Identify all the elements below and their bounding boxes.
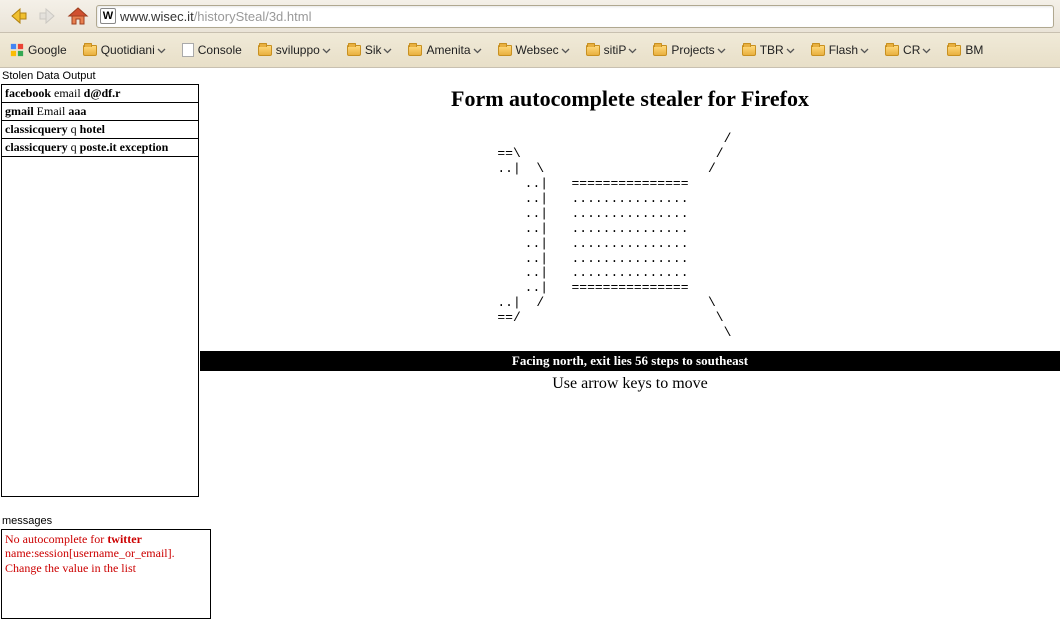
bookmarks-bar: Google Quotidiani Console sviluppo Sik Amenit… — [0, 33, 1060, 68]
chevron-down-icon — [717, 46, 726, 55]
bookmark-sitip[interactable]: sitiP — [580, 40, 644, 60]
bookmark-cr[interactable]: CR — [879, 40, 937, 60]
folder-icon — [83, 45, 97, 56]
bookmark-label: Sik — [365, 43, 382, 57]
bookmark-websec[interactable]: Websec — [492, 40, 576, 60]
folder-icon — [653, 45, 667, 56]
bookmark-label: CR — [903, 43, 920, 57]
messages-heading: messages — [0, 513, 200, 529]
stolen-data-cell: classicquery q hotel — [2, 121, 199, 139]
url-text: www.wisec.it/historySteal/3d.html — [120, 9, 311, 24]
folder-icon — [347, 45, 361, 56]
bookmark-label: BM — [965, 43, 983, 57]
site-favicon: W — [100, 8, 116, 24]
page-content: Stolen Data Output facebook email d@df.r… — [0, 68, 1060, 601]
bookmark-projects[interactable]: Projects — [647, 40, 731, 60]
page-title: Form autocomplete stealer for Firefox — [200, 86, 1060, 112]
stolen-data-heading: Stolen Data Output — [0, 68, 200, 84]
bookmark-google[interactable]: Google — [4, 40, 73, 60]
bookmark-sviluppo[interactable]: sviluppo — [252, 40, 337, 60]
ascii-map: / ==\ / ..| \ / ..| =============== ..| … — [200, 132, 1060, 341]
bookmark-label: TBR — [760, 43, 784, 57]
stolen-data-empty-area — [1, 157, 199, 497]
bookmark-label: Google — [28, 43, 67, 57]
bookmark-label: Console — [198, 43, 242, 57]
bookmark-label: Amenita — [426, 43, 470, 57]
folder-icon — [258, 45, 272, 56]
chevron-down-icon — [561, 46, 570, 55]
folder-icon — [885, 45, 899, 56]
stolen-data-table: facebook email d@df.rgmail Email aaaclas… — [1, 84, 199, 157]
page-icon — [182, 43, 194, 57]
stolen-data-cell: classicquery q poste.it exception — [2, 139, 199, 157]
folder-icon — [498, 45, 512, 56]
bookmark-label: Projects — [671, 43, 714, 57]
folder-icon — [947, 45, 961, 56]
table-row: classicquery q poste.it exception — [2, 139, 199, 157]
bookmark-amenita[interactable]: Amenita — [402, 40, 487, 60]
main-area: Form autocomplete stealer for Firefox / … — [200, 68, 1060, 393]
google-icon — [10, 43, 24, 57]
bookmark-tbr[interactable]: TBR — [736, 40, 801, 60]
table-row: gmail Email aaa — [2, 103, 199, 121]
bookmark-console[interactable]: Console — [176, 40, 248, 60]
bookmark-label: sviluppo — [276, 43, 320, 57]
table-row: classicquery q hotel — [2, 121, 199, 139]
stolen-data-cell: gmail Email aaa — [2, 103, 199, 121]
chevron-down-icon — [922, 46, 931, 55]
folder-icon — [408, 45, 422, 56]
left-column: Stolen Data Output facebook email d@df.r… — [0, 68, 200, 619]
forward-button[interactable] — [36, 4, 60, 28]
url-bar[interactable]: W www.wisec.it/historySteal/3d.html — [96, 5, 1054, 28]
messages-box: No autocomplete for twitter name:session… — [1, 529, 211, 619]
chevron-down-icon — [157, 46, 166, 55]
bookmark-sik[interactable]: Sik — [341, 40, 399, 60]
bookmark-label: Flash — [829, 43, 858, 57]
table-row: facebook email d@df.r — [2, 85, 199, 103]
bookmark-bm[interactable]: BM — [941, 40, 989, 60]
chevron-down-icon — [860, 46, 869, 55]
bookmark-label: Quotidiani — [101, 43, 155, 57]
chevron-down-icon — [473, 46, 482, 55]
message-text: No autocomplete for twitter name:session… — [2, 530, 210, 577]
chevron-down-icon — [322, 46, 331, 55]
browser-nav-toolbar: W www.wisec.it/historySteal/3d.html — [0, 0, 1060, 33]
back-button[interactable] — [6, 4, 30, 28]
folder-icon — [586, 45, 600, 56]
bookmark-label: Websec — [516, 43, 559, 57]
home-button[interactable] — [66, 4, 90, 28]
status-bar: Facing north, exit lies 56 steps to sout… — [200, 351, 1060, 371]
folder-icon — [811, 45, 825, 56]
chevron-down-icon — [383, 46, 392, 55]
bookmark-flash[interactable]: Flash — [805, 40, 875, 60]
instructions-text: Use arrow keys to move — [200, 375, 1060, 393]
bookmark-label: sitiP — [604, 43, 627, 57]
folder-icon — [742, 45, 756, 56]
chevron-down-icon — [628, 46, 637, 55]
chevron-down-icon — [786, 46, 795, 55]
stolen-data-cell: facebook email d@df.r — [2, 85, 199, 103]
bookmark-quotidiani[interactable]: Quotidiani — [77, 40, 172, 60]
